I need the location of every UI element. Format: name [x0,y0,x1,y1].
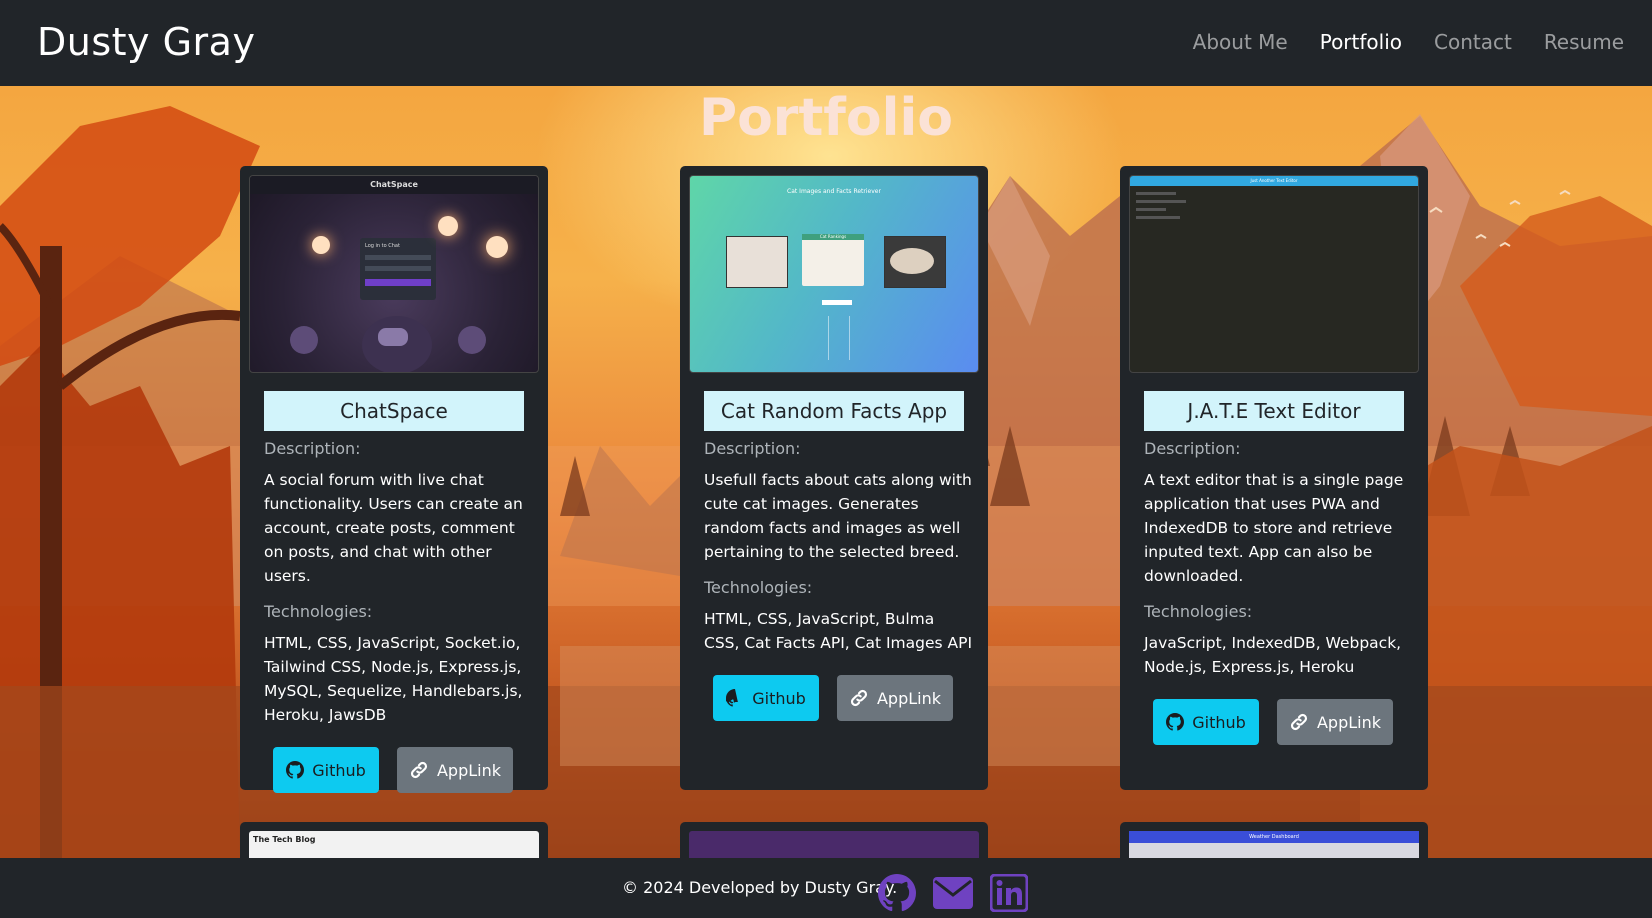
navbar: Dusty Gray About Me Portfolio Contact Re… [0,0,1652,86]
project-card-cat-facts: Cat Images and Facts Retriever Cat Ranki… [680,166,988,790]
applink-button-label: AppLink [436,760,502,780]
applink-button-label: AppLink [1316,712,1382,732]
project-body: Description: Usefull facts about cats al… [704,439,974,721]
github-button[interactable]: Github [1153,699,1259,745]
nav-links: About Me Portfolio Contact Resume [1177,30,1640,54]
button-group: Github AppLink [1153,699,1414,745]
nav-link-portfolio[interactable]: Portfolio [1304,30,1418,54]
thumb-header: Just Another Text Editor [1130,176,1418,186]
github-icon[interactable] [878,874,916,912]
applink-button[interactable]: AppLink [397,747,513,793]
thumb-header: The Tech Blog [253,835,316,844]
github-button[interactable]: Github [713,675,819,721]
footer-copyright: © 2024 Developed by Dusty Gray. [622,878,898,897]
project-card-jate: Just Another Text Editor J.A.T.E Text Ed… [1120,166,1428,790]
description-label: Description: [704,439,801,458]
technologies-text: HTML, CSS, JavaScript, Socket.io, Tailwi… [264,634,523,724]
thumb-header: ChatSpace [250,176,538,194]
technologies-label: Technologies: [704,578,813,597]
applink-button[interactable]: AppLink [1277,699,1393,745]
project-body: Description: A social forum with live ch… [264,439,534,793]
page-title: Portfolio [698,88,954,148]
footer: © 2024 Developed by Dusty Gray. [0,858,1652,918]
technologies-label: Technologies: [1144,602,1253,621]
project-card-chatspace: ChatSpace Log in to Chat ChatSpace Descr… [240,166,548,793]
github-icon [726,689,739,707]
thumb-header: Cat Images and Facts Retriever [787,188,881,195]
project-card-partial: Weather Dashboard [1120,822,1428,862]
description-label: Description: [1144,439,1241,458]
applink-button[interactable]: AppLink [837,675,953,721]
description-text: A social forum with live chat functional… [264,471,523,585]
description-text: Usefull facts about cats along with cute… [704,471,972,561]
nav-link-resume[interactable]: Resume [1528,30,1640,54]
project-screenshot[interactable]: Just Another Text Editor [1129,175,1419,373]
project-title: ChatSpace [264,391,524,431]
technologies-text: JavaScript, IndexedDB, Webpack, Node.js,… [1144,634,1402,676]
github-button-label: Github [752,688,806,708]
link-icon [410,761,428,779]
thumb-login-label: Log in to Chat [365,243,400,249]
project-body: Description: A text editor that is a sin… [1144,439,1414,745]
button-group: Github AppLink [713,675,974,721]
email-icon[interactable] [932,876,974,910]
link-icon [850,689,868,707]
github-icon [1166,713,1185,731]
github-button-label: Github [312,760,366,780]
link-icon [1290,713,1308,731]
project-card-partial: The Tech Blog [240,822,548,862]
thumb-header: Weather Dashboard [1129,831,1419,843]
github-button-label: Github [1192,712,1246,732]
technologies-text: HTML, CSS, JavaScript, Bulma CSS, Cat Fa… [704,610,973,652]
project-card-partial [680,822,988,862]
nav-link-contact[interactable]: Contact [1418,30,1528,54]
project-screenshot[interactable]: Cat Images and Facts Retriever Cat Ranki… [689,175,979,373]
description-label: Description: [264,439,361,458]
applink-button-label: AppLink [876,688,942,708]
linkedin-icon[interactable] [990,874,1028,912]
brand-name[interactable]: Dusty Gray [37,20,255,64]
nav-link-about[interactable]: About Me [1177,30,1304,54]
project-title: Cat Random Facts App [704,391,964,431]
button-group: Github AppLink [273,747,534,793]
github-icon [286,761,305,779]
description-text: A text editor that is a single page appl… [1144,471,1404,585]
thumb-sub-label: Cat Rankings [802,234,864,240]
github-button[interactable]: Github [273,747,379,793]
thumb-login-box: Log in to Chat [360,238,436,300]
project-screenshot[interactable]: ChatSpace Log in to Chat [249,175,539,373]
project-title: J.A.T.E Text Editor [1144,391,1404,431]
technologies-label: Technologies: [264,602,373,621]
